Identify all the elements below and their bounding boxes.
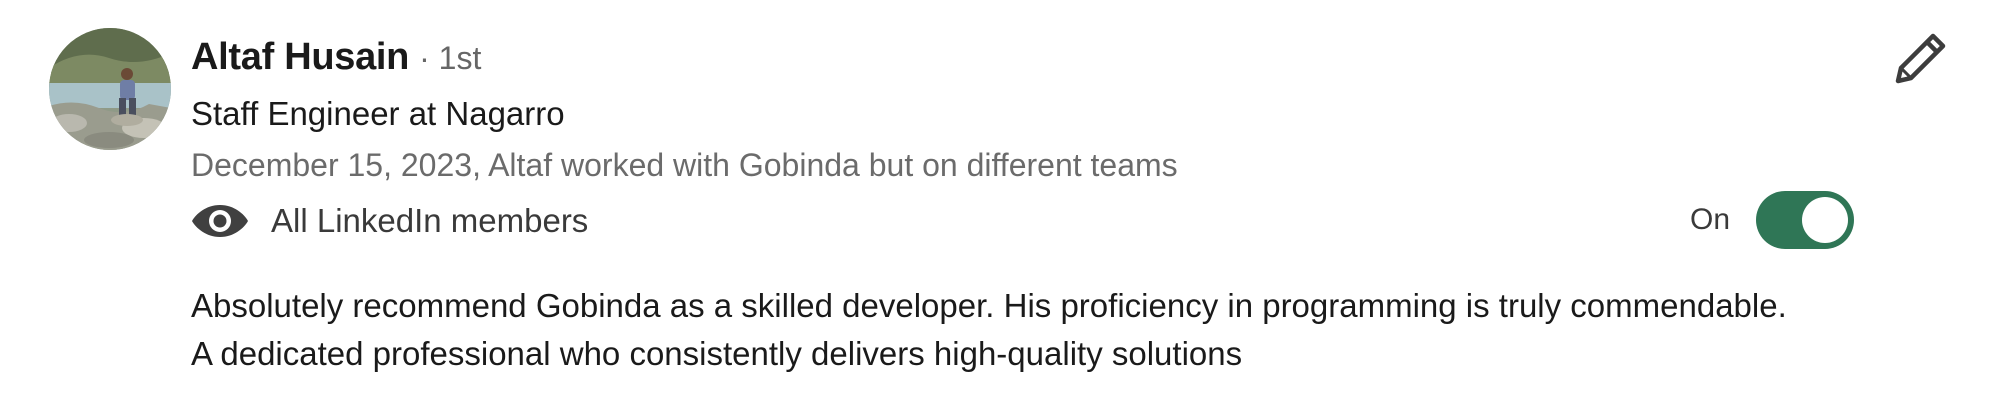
visibility-setting: All LinkedIn members [191,197,588,245]
visibility-toggle[interactable] [1756,191,1855,249]
recommendation-card: Altaf Husain · 1st Staff Engineer at Nag… [0,0,1996,404]
visibility-label: All LinkedIn members [271,202,589,239]
pencil-icon [1895,32,1947,89]
visibility-toggle-group: On [1690,189,1855,251]
author-name[interactable]: Altaf Husain [191,36,409,79]
recommendation-text: Absolutely recommend Gobinda as a skille… [191,287,1787,372]
connection-degree: · 1st [419,40,482,76]
avatar[interactable] [49,28,171,150]
recommendation-meta: December 15, 2023, Altaf worked with Gob… [191,147,1178,183]
author-headline: Staff Engineer at Nagarro [191,95,565,132]
eye-icon [191,201,249,241]
author-row: Altaf Husain · 1st [191,36,481,86]
edit-button[interactable] [1893,32,1949,88]
toggle-knob [1802,197,1849,243]
avatar-photo [49,28,171,150]
toggle-state-label: On [1690,203,1731,236]
